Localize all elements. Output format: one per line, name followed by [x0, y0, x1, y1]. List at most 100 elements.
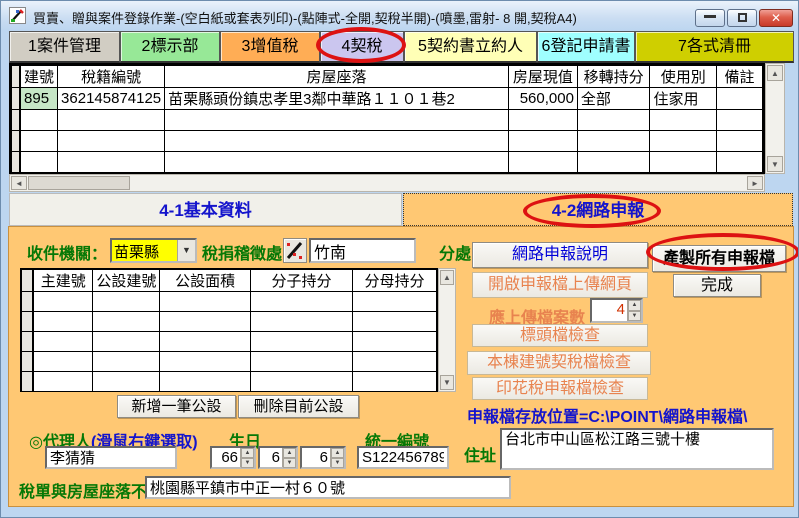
facility-table-vscrollbar[interactable]: ▲ ▼ — [438, 268, 456, 392]
table-row[interactable] — [12, 110, 763, 131]
cell[interactable] — [93, 332, 160, 352]
cell[interactable] — [160, 352, 251, 372]
cell[interactable] — [508, 131, 577, 152]
chevron-down-icon[interactable]: ▼ — [177, 240, 195, 261]
cell[interactable] — [577, 131, 650, 152]
generate-all-files-button[interactable]: 產製所有申報檔 — [652, 245, 786, 272]
upload-count-stepper[interactable]: 4 ▲ ▼ — [590, 298, 643, 323]
cell[interactable] — [58, 152, 165, 173]
done-button[interactable]: 完成 — [673, 274, 761, 297]
tab-various-lists[interactable]: 7各式清冊 — [635, 31, 794, 63]
cell[interactable] — [352, 332, 436, 352]
birthday-year-stepper[interactable]: 66 ▲▼ — [210, 446, 256, 469]
agent-name-input[interactable] — [45, 446, 177, 469]
cell[interactable]: 362145874125 — [58, 88, 165, 110]
birthday-day-stepper[interactable]: 6 ▲▼ — [300, 446, 346, 469]
online-filing-help-button[interactable]: 網路申報說明 — [472, 242, 648, 268]
cell[interactable]: 560,000 — [508, 88, 577, 110]
cell[interactable] — [716, 152, 762, 173]
table-row[interactable] — [12, 152, 763, 173]
row-selector[interactable] — [12, 110, 21, 131]
id-number-input[interactable] — [357, 446, 449, 469]
scroll-up-icon[interactable]: ▲ — [440, 270, 454, 285]
cell[interactable] — [250, 352, 352, 372]
table-row[interactable] — [22, 372, 437, 392]
tab-land-value-tax[interactable]: 3增值稅 — [220, 31, 320, 63]
delete-facility-button[interactable]: 刪除目前公設 — [238, 395, 359, 418]
stepper-up-icon[interactable]: ▲ — [628, 300, 641, 311]
subtab-basic-data[interactable]: 4-1基本資料 — [9, 193, 402, 226]
tab-registration-form[interactable]: 6登記申請書 — [537, 31, 635, 63]
cell[interactable] — [165, 110, 509, 131]
cell[interactable] — [33, 332, 93, 352]
minimize-button[interactable] — [695, 9, 725, 27]
cell[interactable] — [250, 332, 352, 352]
cell[interactable] — [165, 131, 509, 152]
receiving-agency-select[interactable]: 苗栗縣 ▼ — [110, 238, 197, 263]
cell[interactable] — [250, 372, 352, 392]
tab-contract-parties[interactable]: 5契約書立約人 — [404, 31, 537, 63]
cell[interactable] — [716, 110, 762, 131]
stepper-down-icon[interactable]: ▼ — [331, 458, 344, 468]
cell[interactable] — [58, 131, 165, 152]
cell[interactable] — [33, 352, 93, 372]
cell[interactable] — [352, 292, 436, 312]
cell[interactable] — [650, 152, 717, 173]
cell[interactable] — [93, 372, 160, 392]
cell[interactable] — [33, 372, 93, 392]
cell[interactable] — [20, 110, 58, 131]
restore-button[interactable] — [727, 9, 757, 27]
cell[interactable] — [650, 110, 717, 131]
cell[interactable] — [577, 152, 650, 173]
row-selector[interactable] — [22, 292, 34, 312]
header-file-check-button[interactable]: 標頭檔檢查 — [472, 324, 648, 347]
cell[interactable] — [165, 152, 509, 173]
stepper-down-icon[interactable]: ▼ — [283, 458, 296, 468]
cell[interactable]: 全部 — [577, 88, 650, 110]
cell[interactable] — [160, 312, 251, 332]
add-facility-button[interactable]: 新增一筆公設 — [117, 395, 236, 418]
stepper-down-icon[interactable]: ▼ — [628, 311, 641, 322]
cell[interactable] — [716, 131, 762, 152]
subtab-online-filing[interactable]: 4-2網路申報 — [403, 193, 793, 226]
cell[interactable] — [352, 352, 436, 372]
scroll-down-icon[interactable]: ▼ — [440, 375, 454, 390]
tax-office-pick-button[interactable] — [283, 238, 307, 263]
cell[interactable] — [650, 131, 717, 152]
hscroll-thumb[interactable] — [28, 176, 130, 190]
tax-office-input[interactable] — [309, 238, 416, 263]
cell[interactable] — [33, 292, 93, 312]
building-table-hscrollbar[interactable]: ◄ ► — [9, 174, 765, 192]
cell[interactable] — [352, 312, 436, 332]
cell[interactable] — [93, 292, 160, 312]
table-row[interactable] — [22, 292, 437, 312]
row-selector[interactable] — [12, 88, 21, 110]
stepper-up-icon[interactable]: ▲ — [331, 448, 344, 458]
stepper-up-icon[interactable]: ▲ — [241, 448, 254, 458]
row-selector[interactable] — [22, 372, 34, 392]
cell[interactable] — [20, 152, 58, 173]
cell[interactable]: 苗栗縣頭份鎮忠孝里3鄰中華路１１０１巷2 — [165, 88, 509, 110]
row-selector[interactable] — [22, 352, 34, 372]
row-selector[interactable] — [12, 131, 21, 152]
table-row[interactable] — [12, 131, 763, 152]
cell[interactable] — [508, 110, 577, 131]
cell[interactable] — [160, 372, 251, 392]
cell[interactable] — [250, 292, 352, 312]
scroll-right-icon[interactable]: ► — [747, 176, 763, 190]
scroll-up-icon[interactable]: ▲ — [767, 65, 783, 81]
row-selector[interactable] — [12, 152, 21, 173]
building-deed-file-check-button[interactable]: 本棟建號契稅檔檢查 — [467, 351, 651, 375]
address-textarea[interactable]: 台北市中山區松江路三號十樓 — [500, 428, 774, 470]
table-row[interactable]: 895362145874125苗栗縣頭份鎮忠孝里3鄰中華路１１０１巷2560,0… — [12, 88, 763, 110]
cell[interactable] — [352, 372, 436, 392]
close-button[interactable]: ✕ — [759, 9, 793, 27]
scroll-down-icon[interactable]: ▼ — [767, 156, 783, 172]
table-row[interactable] — [22, 312, 437, 332]
cell[interactable] — [508, 152, 577, 173]
cell[interactable]: 895 — [20, 88, 58, 110]
row-selector[interactable] — [22, 312, 34, 332]
stepper-up-icon[interactable]: ▲ — [283, 448, 296, 458]
tab-case-management[interactable]: 1案件管理 — [9, 31, 120, 63]
mailing-address-input[interactable] — [145, 476, 511, 499]
